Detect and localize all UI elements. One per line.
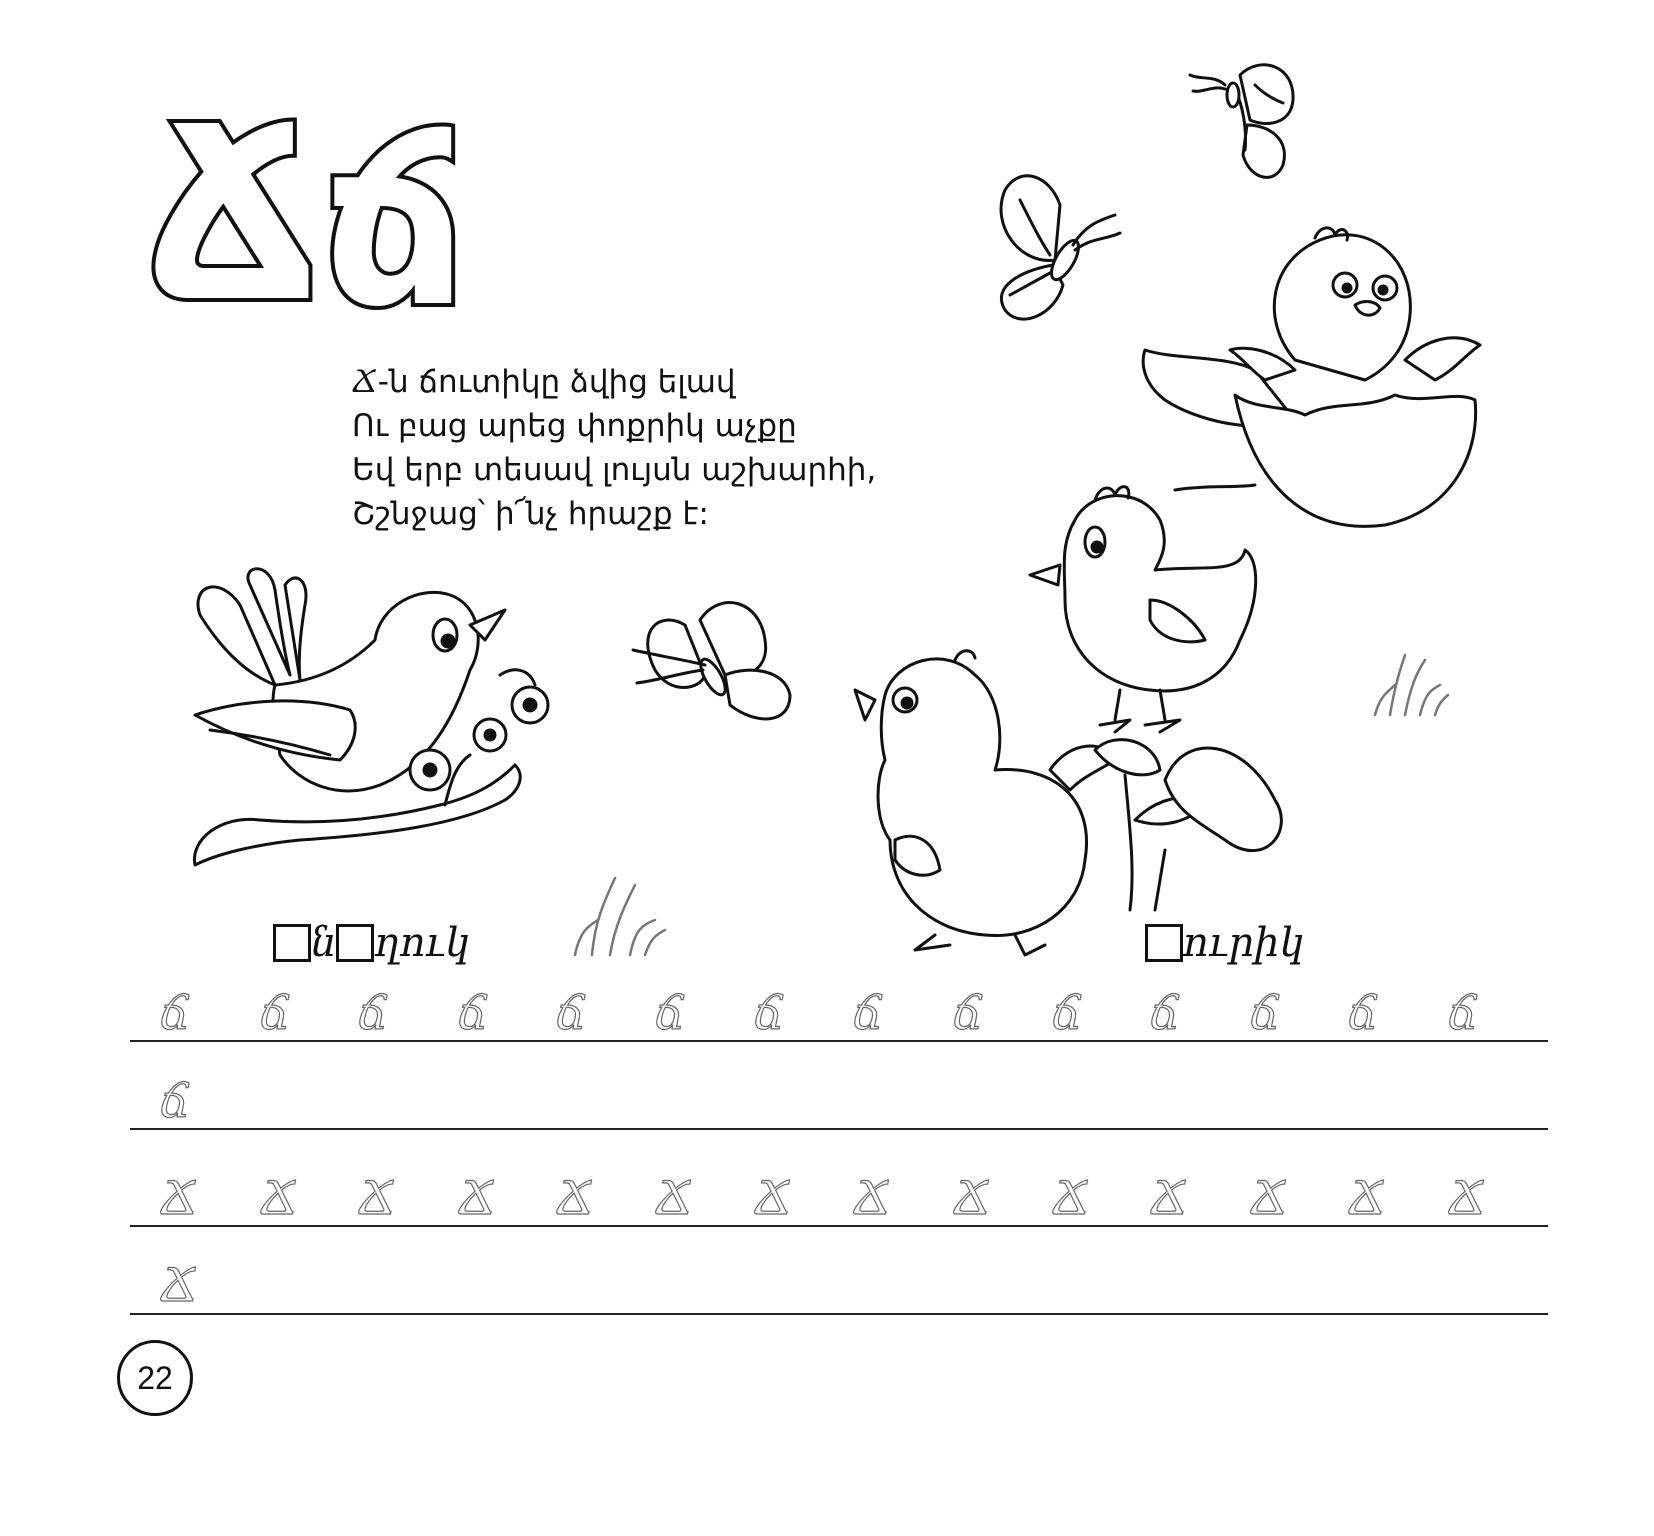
bird-illustration [192,567,550,867]
butterfly-illustration [1188,63,1295,179]
writing-line [130,1313,1548,1315]
grass-illustration [1373,653,1450,717]
trace-glyph: Ճ [357,1171,397,1225]
trace-glyph: Ճ [159,1258,199,1312]
trace-glyph: ճ [1249,986,1281,1040]
trace-glyph: Ճ [1249,1171,1289,1225]
poem-line-text: -ն ճուտիկը ձվից ելավ [377,364,736,400]
big-letter-lowercase: ճ [316,91,472,358]
poem-line-text: Եվ երբ տեսավ լույսն աշխարհի, [352,452,877,488]
word-part: ղուկ [374,920,471,966]
trace-glyph: ճ [555,986,587,1040]
trace-glyph: Ճ [259,1171,299,1225]
trace-glyph: Ճ [1149,1171,1189,1225]
trace-glyph: ճ [1347,986,1379,1040]
word-part: ուրիկ [1183,920,1305,966]
writing-line [130,1225,1548,1227]
trace-glyph: ճ [753,986,785,1040]
trace-glyph: ճ [259,986,291,1040]
word-exercise-2: ուրիկ [1145,920,1305,966]
trace-glyph: Ճ [852,1171,892,1225]
writing-line [130,1040,1548,1042]
trace-glyph: ճ [852,986,884,1040]
trace-glyph: ճ [654,986,686,1040]
butterfly-illustration [999,174,1122,321]
trace-glyph: Ճ [457,1171,497,1225]
trace-glyph: ճ [357,986,389,1040]
word-exercise-1: ն ղուկ [273,920,470,966]
workbook-page: Ճ ճ Ճ-ն ճուտիկը ձվից ելավ Ու բաց արեց փո… [0,0,1654,1536]
trace-glyph: Ճ [952,1171,992,1225]
trace-glyph: Ճ [1051,1171,1091,1225]
word-part: ն [311,920,337,966]
trace-glyph: Ճ [753,1171,793,1225]
poem-line: Շշնջաց՝ ի՜նչ հրաշք է: [352,492,876,536]
letter-box[interactable] [1145,924,1183,962]
trace-glyph: ճ [159,1074,191,1128]
letter-box[interactable] [336,924,375,962]
trace-glyph: Ճ [1347,1171,1387,1225]
trace-glyph: ճ [1051,986,1083,1040]
page-number: 22 [117,1340,193,1416]
poem-line: Եվ երբ տեսավ լույսն աշխարհի, [352,448,876,492]
writing-line [130,1128,1548,1130]
trace-glyph: Ճ [654,1171,694,1225]
trace-glyph: Ճ [1447,1171,1487,1225]
poem-initial: Ճ [352,364,378,400]
poem-line: Ու բաց արեց փոքրիկ աչքը [352,404,876,448]
trace-glyph: Ճ [159,1171,199,1225]
trace-glyph: ճ [952,986,984,1040]
trace-glyph: ճ [159,986,191,1040]
trace-glyph: Ճ [555,1171,595,1225]
letter-box[interactable] [273,924,311,962]
trace-glyph: ճ [457,986,489,1040]
grass-illustration [573,876,667,957]
poem-line: Ճ-ն ճուտիկը ձվից ելավ [352,360,876,404]
poem: Ճ-ն ճուտիկը ձվից ելավ Ու բաց արեց փոքրիկ… [352,360,876,536]
big-letter-uppercase: Ճ [146,75,323,355]
trace-glyph: ճ [1447,986,1479,1040]
poem-line-text: Ու բաց արեց փոքրիկ աչքը [352,408,797,444]
trace-glyph: ճ [1149,986,1181,1040]
poem-line-text: Շշնջաց՝ ի՜նչ հրաշք է: [352,496,709,532]
butterfly-illustration [631,601,792,721]
